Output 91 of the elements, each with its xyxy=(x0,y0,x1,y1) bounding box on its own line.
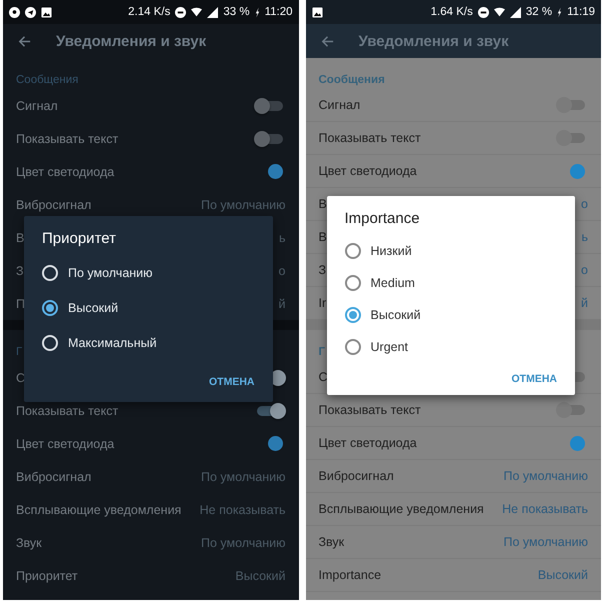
wifi-icon xyxy=(494,6,505,18)
option-label[interactable]: Medium xyxy=(370,276,415,290)
setting-label[interactable]: З xyxy=(318,263,326,277)
setting-label[interactable]: Вибросигнал xyxy=(16,470,92,484)
setting-label[interactable]: Звук xyxy=(318,535,344,549)
back-arrow-icon[interactable] xyxy=(17,34,32,48)
network-speed: 2.14 K/s xyxy=(128,6,170,18)
toggle-switch[interactable] xyxy=(256,134,282,144)
battery-percent: 32 % xyxy=(526,6,552,18)
setting-label[interactable]: Цвет светодиода xyxy=(16,164,114,178)
image-icon xyxy=(41,6,52,18)
option-label[interactable]: Максимальный xyxy=(68,336,157,350)
radio-button[interactable] xyxy=(42,300,58,316)
section-header: Сообщения xyxy=(318,74,385,86)
radio-button[interactable] xyxy=(344,307,360,323)
setting-label[interactable]: Вибросигнал xyxy=(16,198,92,212)
cancel-button[interactable]: ОТМЕНА xyxy=(209,370,254,394)
setting-value: По умолчанию xyxy=(503,469,588,483)
clock: 11:19 xyxy=(567,6,595,18)
option-label[interactable]: Высокий xyxy=(68,300,118,314)
setting-label[interactable]: Цвет светодиода xyxy=(318,436,417,450)
setting-label[interactable]: Всплывающие уведомления xyxy=(318,502,484,516)
setting-value: о xyxy=(581,197,588,211)
setting-label[interactable]: Показывать текст xyxy=(318,131,421,145)
setting-label[interactable]: Звук xyxy=(16,536,42,550)
setting-value: ь xyxy=(581,230,588,244)
signal-icon xyxy=(207,6,218,18)
option-label[interactable]: Высокий xyxy=(370,308,421,322)
setting-value: По умолчанию xyxy=(200,198,286,212)
led-color-dot[interactable] xyxy=(570,164,585,178)
setting-label[interactable]: Сигнал xyxy=(16,98,58,112)
network-speed: 1.64 K/s xyxy=(430,6,473,18)
setting-value: й xyxy=(278,296,286,310)
setting-label[interactable]: Вибросигнал xyxy=(318,469,394,483)
setting-label[interactable]: Всплывающие уведомления xyxy=(16,502,182,516)
section-header: Г xyxy=(318,346,326,358)
screen-title: Уведомления и звук xyxy=(358,32,509,50)
setting-value: Высокий xyxy=(235,568,286,582)
wifi-icon xyxy=(191,6,202,18)
setting-value: ь xyxy=(278,230,286,244)
dialog-title: Importance xyxy=(344,210,421,227)
toggle-switch[interactable] xyxy=(559,405,585,415)
radio-button[interactable] xyxy=(344,275,360,291)
radio-button[interactable] xyxy=(344,243,360,259)
section-header: Сообщения xyxy=(16,74,78,86)
setting-label[interactable]: Показывать текст xyxy=(318,403,421,417)
do-not-disturb-icon xyxy=(478,6,489,18)
option-label[interactable]: По умолчанию xyxy=(68,266,153,280)
setting-label[interactable]: Ir xyxy=(318,296,326,310)
screen-title: Уведомления и звук xyxy=(56,32,206,50)
back-arrow-icon[interactable] xyxy=(320,34,334,48)
setting-label[interactable]: В xyxy=(318,197,327,211)
led-color-dot[interactable] xyxy=(268,436,282,451)
setting-label[interactable]: Цвет светодиода xyxy=(16,436,114,450)
signal-icon xyxy=(510,6,521,18)
setting-label[interactable]: Сигнал xyxy=(318,98,360,112)
option-label[interactable]: Urgent xyxy=(370,340,408,354)
do-not-disturb-icon xyxy=(175,6,186,18)
setting-value: По умолчанию xyxy=(503,535,588,549)
setting-label[interactable]: Показывать текст xyxy=(16,404,118,418)
setting-label[interactable]: Цвет светодиода xyxy=(318,164,417,178)
section-header: Г xyxy=(16,346,22,358)
setting-value: о xyxy=(278,264,286,278)
setting-value: По умолчанию xyxy=(200,536,286,550)
setting-value: й xyxy=(581,296,588,310)
setting-label[interactable]: В xyxy=(16,230,24,244)
setting-label[interactable]: В xyxy=(318,230,327,244)
radio-button[interactable] xyxy=(344,339,360,355)
option-label[interactable]: Низкий xyxy=(370,244,412,258)
dialog-title: Приоритет xyxy=(42,230,117,247)
setting-value: Не показывать xyxy=(502,502,588,516)
setting-label[interactable]: З xyxy=(16,264,24,278)
setting-label[interactable]: П xyxy=(16,296,25,310)
setting-label[interactable]: Importance xyxy=(318,568,382,582)
battery-percent: 33 % xyxy=(223,6,250,18)
toggle-switch[interactable] xyxy=(256,406,282,416)
setting-value: Не показывать xyxy=(200,502,286,516)
setting-value: о xyxy=(581,263,588,277)
image-icon xyxy=(312,6,322,18)
led-color-dot[interactable] xyxy=(570,436,585,450)
setting-label[interactable]: Приоритет xyxy=(16,568,78,582)
clock: 11:20 xyxy=(264,6,292,18)
cancel-button[interactable]: ОТМЕНА xyxy=(512,367,557,391)
setting-label[interactable]: С xyxy=(318,370,328,384)
setting-label[interactable]: С xyxy=(16,370,26,384)
send-icon xyxy=(25,6,36,18)
setting-label[interactable]: Показывать текст xyxy=(16,132,118,146)
setting-value: Высокий xyxy=(538,568,588,582)
setting-value: По умолчанию xyxy=(200,470,286,484)
led-color-dot[interactable] xyxy=(268,164,282,179)
toggle-switch[interactable] xyxy=(256,100,282,110)
